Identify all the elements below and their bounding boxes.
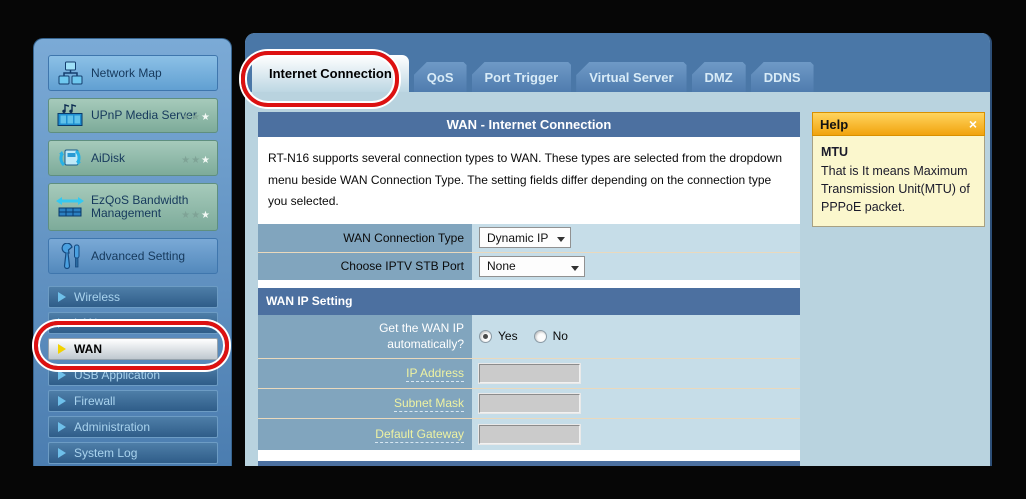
wan-ip-auto-radio-group: Yes No: [479, 329, 800, 343]
page-title: WAN - Internet Connection: [258, 112, 800, 137]
star-icon: ★: [201, 155, 211, 166]
radio-no-label: No: [553, 329, 568, 343]
select-value: None: [487, 259, 516, 273]
subnet-mask-input[interactable]: [479, 394, 580, 413]
sidebar-item-label: Advanced Setting: [91, 250, 203, 263]
tab-virtual-server[interactable]: Virtual Server: [576, 62, 686, 92]
help-header: Help ×: [812, 112, 985, 136]
sidebar-item-usb-application[interactable]: USB Application: [48, 364, 218, 386]
arrow-right-icon: [58, 370, 66, 380]
sidebar-item-administration[interactable]: Administration: [48, 416, 218, 438]
sidebar-item-network-map[interactable]: Network Map: [48, 55, 218, 91]
star-icon: ★: [181, 112, 191, 123]
chevron-down-icon: [557, 237, 565, 242]
media-server-icon: [49, 103, 91, 128]
help-topic: MTU: [821, 143, 976, 161]
sidebar-item-label: Network Map: [91, 67, 203, 80]
arrow-right-icon: [58, 318, 66, 328]
sidebar-item-firewall[interactable]: Firewall: [48, 390, 218, 412]
help-body: MTU That is It means Maximum Transmissio…: [812, 136, 985, 227]
default-gateway-input[interactable]: [479, 425, 580, 444]
table-row: IP Address: [258, 358, 800, 388]
arrow-right-icon: [58, 448, 66, 458]
sidebar-item-label: USB Application: [74, 368, 160, 382]
select-value: Dynamic IP: [487, 231, 548, 245]
field-label: Choose IPTV STB Port: [258, 252, 472, 280]
sidebar-item-label: Firewall: [74, 394, 115, 408]
close-icon[interactable]: ×: [969, 117, 977, 131]
rating-stars: ★★★: [181, 211, 211, 221]
star-icon: ★: [201, 210, 211, 221]
sidebar-item-label: System Log: [74, 446, 137, 460]
sidebar-item-aidisk[interactable]: AiDisk ★★★: [48, 140, 218, 176]
content-card: WAN - Internet Connection RT-N16 support…: [258, 112, 800, 466]
network-map-icon: [49, 61, 91, 85]
sidebar-item-wan[interactable]: WAN: [48, 338, 218, 360]
wan-ip-table: Get the WAN IP automatically? Yes No IP …: [258, 315, 800, 450]
table-row: Default Gateway: [258, 418, 800, 450]
arrow-right-icon: [58, 344, 66, 354]
sidebar-item-label: Wireless: [74, 290, 120, 304]
star-icon: ★: [181, 155, 191, 166]
next-section-header-cutoff: [258, 461, 800, 466]
spacer: [258, 280, 800, 288]
radio-no[interactable]: [534, 330, 547, 343]
table-row: WAN Connection Type Dynamic IP: [258, 224, 800, 252]
star-icon: ★: [191, 112, 201, 123]
page-description: RT-N16 supports several connection types…: [258, 137, 800, 224]
tab-bar: Internet Connection QoS Port Trigger Vir…: [252, 33, 814, 92]
sidebar-item-lan[interactable]: LAN: [48, 312, 218, 334]
star-icon: ★: [201, 112, 211, 123]
arrow-right-icon: [58, 292, 66, 302]
router-admin-page: { "sidebar": { "items": [ { "label": "Ne…: [0, 0, 1026, 499]
tab-ddns[interactable]: DDNS: [751, 62, 814, 92]
ezqos-icon: [49, 195, 91, 219]
table-row: Subnet Mask: [258, 388, 800, 418]
table-row: Get the WAN IP automatically? Yes No: [258, 315, 800, 358]
iptv-stb-port-select[interactable]: None: [479, 256, 585, 277]
star-icon: ★: [191, 210, 201, 221]
sidebar-item-ezqos-bandwidth-management[interactable]: EzQoS Bandwidth Management ★★★: [48, 183, 218, 231]
sidebar-item-label: LAN: [74, 316, 97, 330]
sidebar: Network Map UPnP Media Server ★★★: [33, 38, 232, 466]
main-panel: Internet Connection QoS Port Trigger Vir…: [245, 33, 992, 466]
field-label: WAN Connection Type: [258, 224, 472, 252]
sidebar-item-label: WAN: [74, 342, 102, 356]
radio-yes-label: Yes: [498, 329, 518, 343]
sidebar-item-advanced-setting[interactable]: Advanced Setting: [48, 238, 218, 274]
arrow-right-icon: [58, 422, 66, 432]
ip-address-input[interactable]: [479, 364, 580, 383]
sidebar-item-upnp-media-server[interactable]: UPnP Media Server ★★★: [48, 98, 218, 133]
tab-qos[interactable]: QoS: [414, 62, 467, 92]
sidebar-item-label: Administration: [74, 420, 150, 434]
connection-type-table: WAN Connection Type Dynamic IP Choose IP…: [258, 224, 800, 280]
help-title: Help: [820, 117, 848, 132]
advanced-setting-icon: [49, 243, 91, 270]
wan-connection-type-select[interactable]: Dynamic IP: [479, 227, 571, 248]
tab-dmz[interactable]: DMZ: [692, 62, 746, 92]
table-row: Choose IPTV STB Port None: [258, 252, 800, 280]
star-icon: ★: [191, 155, 201, 166]
wan-ip-section-header: WAN IP Setting: [258, 288, 800, 315]
rating-stars: ★★★: [181, 156, 211, 166]
sidebar-item-wireless[interactable]: Wireless: [48, 286, 218, 308]
rating-stars: ★★★: [181, 113, 211, 123]
help-panel: Help × MTU That is It means Maximum Tran…: [812, 112, 985, 227]
field-label: Get the WAN IP automatically?: [258, 315, 472, 358]
star-icon: ★: [181, 210, 191, 221]
ip-address-link[interactable]: IP Address: [406, 366, 464, 382]
chevron-down-icon: [571, 266, 579, 271]
arrow-right-icon: [58, 396, 66, 406]
sidebar-item-system-log[interactable]: System Log: [48, 442, 218, 464]
tab-port-trigger[interactable]: Port Trigger: [472, 62, 572, 92]
tab-internet-connection[interactable]: Internet Connection: [252, 55, 409, 92]
spacer: [258, 450, 800, 461]
aidisk-icon: [49, 145, 91, 171]
help-text: That is It means Maximum Transmission Un…: [821, 162, 976, 216]
default-gateway-link[interactable]: Default Gateway: [375, 427, 464, 443]
subnet-mask-link[interactable]: Subnet Mask: [394, 396, 464, 412]
radio-yes[interactable]: [479, 330, 492, 343]
